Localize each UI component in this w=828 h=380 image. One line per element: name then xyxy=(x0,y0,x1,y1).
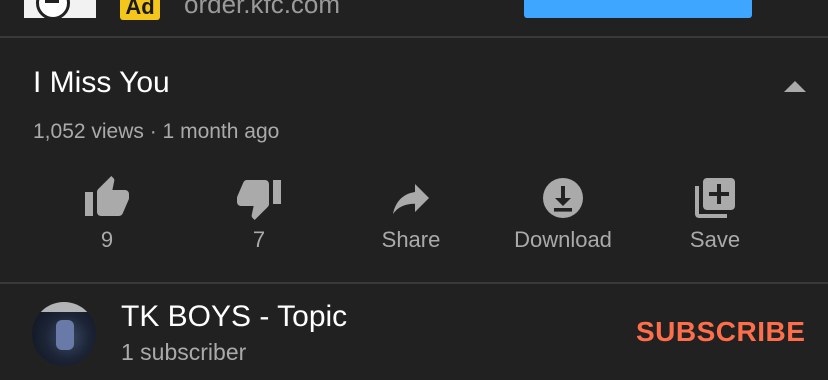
like-icon xyxy=(85,176,129,216)
like-button[interactable]: 9 xyxy=(32,166,182,266)
dislike-icon xyxy=(237,180,281,220)
ad-banner[interactable]: Ad order.kfc.com xyxy=(0,0,828,36)
share-button[interactable]: Share xyxy=(336,166,486,266)
share-icon xyxy=(393,184,429,214)
download-icon xyxy=(543,178,583,218)
channel-avatar[interactable] xyxy=(32,302,96,366)
save-to-playlist-icon xyxy=(695,178,735,218)
dislike-count: 7 xyxy=(252,227,266,252)
video-title: I Miss You xyxy=(33,66,170,99)
video-meta: 1,052 views · 1 month ago xyxy=(33,120,280,143)
dislike-button[interactable]: 7 xyxy=(184,166,334,266)
share-label: Share xyxy=(381,227,441,252)
divider xyxy=(0,36,828,38)
save-button[interactable]: Save xyxy=(640,166,790,266)
collapse-details-button[interactable] xyxy=(780,76,810,96)
chevron-up-icon xyxy=(784,81,806,92)
divider xyxy=(0,282,828,284)
save-label: Save xyxy=(689,227,741,252)
channel-name[interactable]: TK BOYS - Topic xyxy=(121,298,347,336)
ad-cta-button[interactable] xyxy=(524,0,752,18)
subscribe-button[interactable]: SUBSCRIBE xyxy=(636,314,805,350)
download-button[interactable]: Download xyxy=(488,166,638,266)
ad-badge: Ad xyxy=(120,0,160,20)
ad-thumbnail[interactable] xyxy=(24,0,96,18)
download-label: Download xyxy=(514,227,612,252)
ad-url[interactable]: order.kfc.com xyxy=(184,0,340,20)
action-bar: 9 7 Share Download Save xyxy=(0,166,828,266)
like-count: 9 xyxy=(100,227,114,252)
subscriber-count: 1 subscriber xyxy=(121,339,247,365)
